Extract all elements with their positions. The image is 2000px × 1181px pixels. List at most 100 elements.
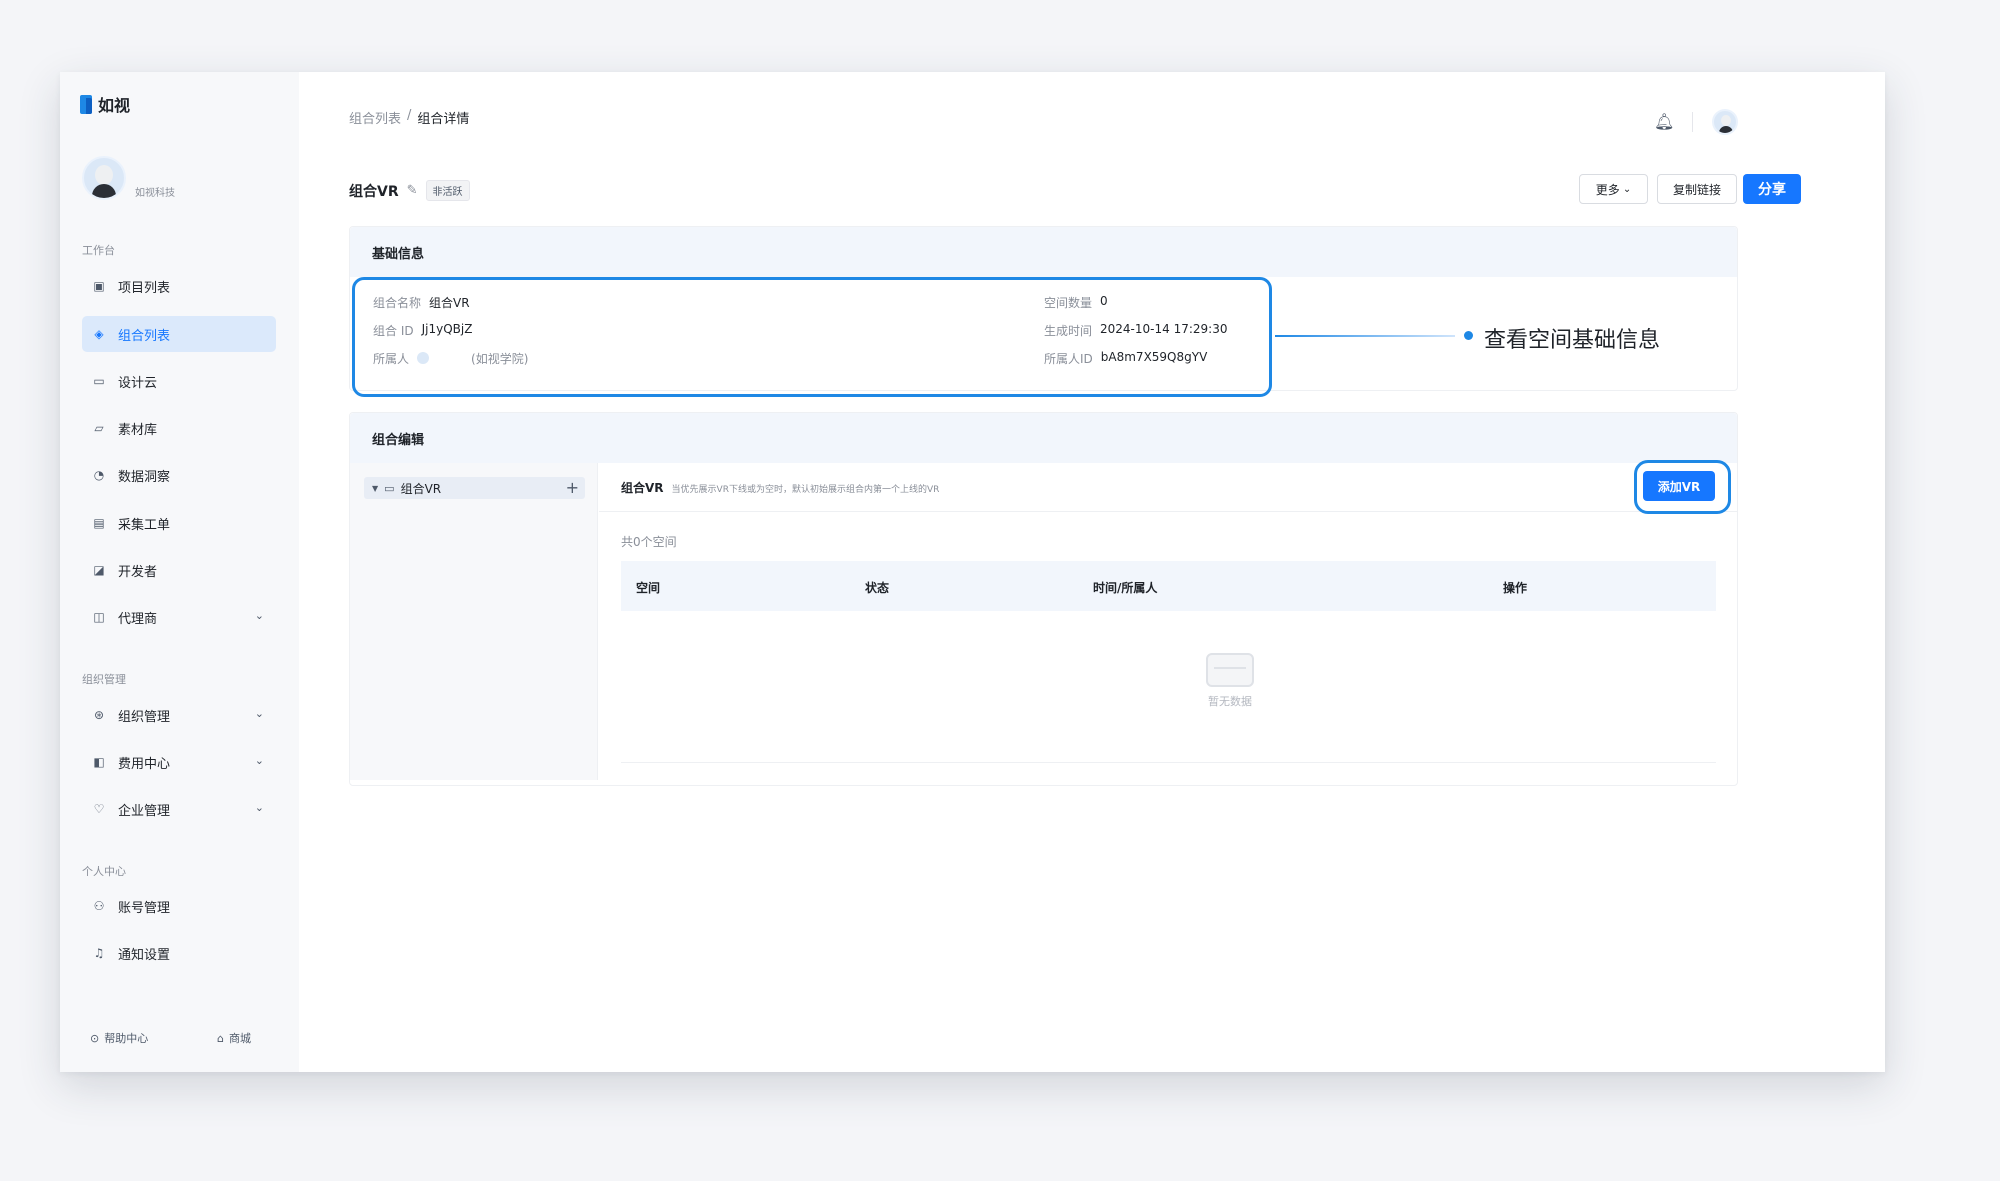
logo-icon — [80, 94, 92, 114]
breadcrumb-groups[interactable]: 组合列表 — [349, 108, 401, 127]
sidebar-item-label: 通知设置 — [118, 947, 171, 963]
detail-header: 组合VR 当优先展示VR下线或为空时，默认初始展示组合内第一个上线的VR — [621, 479, 939, 496]
add-icon[interactable]: + — [566, 477, 579, 499]
store-link[interactable]: ⌂ 商城 — [217, 1030, 251, 1046]
basic-info-heading: 基础信息 — [350, 227, 1737, 277]
sidebar-item-account[interactable]: ⚇ 账号管理 — [82, 888, 276, 924]
chevron-down-icon: ⌄ — [254, 609, 264, 622]
group-name-title: 组合VR — [349, 183, 399, 200]
sidebar-item-projects[interactable]: ▣ 项目列表 — [82, 268, 276, 304]
monitor-icon: ▭ — [93, 374, 105, 388]
sidebar-item-label: 数据洞察 — [118, 469, 171, 485]
section-workspace: 工作台 — [82, 244, 115, 257]
sidebar-item-label: 企业管理 — [118, 803, 171, 819]
sidebar-item-developer[interactable]: ◪ 开发者 — [82, 552, 276, 588]
vr-box-icon: ▣ — [93, 279, 105, 293]
tree-item-group[interactable]: ▼ ▭ 组合VR + — [364, 477, 585, 499]
sidebar-item-notifications[interactable]: ♫ 通知设置 — [82, 935, 276, 971]
callout-text: 查看空间基础信息 — [1484, 328, 1661, 353]
sidebar-item-label: 项目列表 — [118, 280, 171, 296]
folder-icon: ▭ — [384, 481, 395, 495]
folder-icon: ▱ — [94, 421, 104, 435]
share-button[interactable]: 分享 — [1743, 174, 1801, 204]
chevron-down-icon: ⌄ — [254, 707, 264, 720]
wallet-icon: ◧ — [93, 755, 105, 769]
org-icon: ⊛ — [93, 708, 105, 722]
callout-dot — [1464, 331, 1473, 340]
breadcrumb-current: 组合详情 — [417, 112, 470, 127]
help-center-label: 帮助中心 — [104, 1032, 149, 1045]
detail-title: 组合VR — [621, 481, 664, 495]
header-avatar[interactable] — [1712, 109, 1738, 135]
user-icon: ⚇ — [93, 899, 105, 913]
layers-icon: ◈ — [94, 327, 104, 341]
detail-hint: 当优先展示VR下线或为空时，默认初始展示组合内第一个上线的VR — [671, 485, 940, 495]
sidebar-item-label: 组织管理 — [118, 709, 171, 725]
tree-item-label: 组合VR — [400, 481, 442, 496]
help-center-link[interactable]: ⊙ 帮助中心 — [90, 1030, 148, 1046]
status-badge: 非活跃 — [425, 180, 470, 201]
more-button[interactable]: 更多 ⌄ — [1579, 174, 1648, 204]
bell-icon: ♫ — [93, 946, 105, 960]
group-tree: ▼ ▭ 组合VR + — [350, 463, 598, 780]
column-header-actions: 操作 — [1503, 581, 1528, 595]
detail-divider — [599, 511, 1737, 512]
pie-chart-icon: ◔ — [93, 468, 105, 482]
help-icon: ⊙ — [90, 1031, 100, 1045]
user-avatar[interactable] — [82, 156, 126, 200]
sidebar-item-org[interactable]: ⊛ 组织管理 ⌄ — [82, 697, 276, 733]
group-edit-heading: 组合编辑 — [350, 413, 1737, 463]
chevron-down-icon: ⌄ — [1622, 183, 1632, 195]
company-name: 如视科技 — [135, 188, 175, 199]
empty-state: 暂无数据 — [1170, 653, 1290, 709]
sidebar-item-assets[interactable]: ▱ 素材库 — [82, 410, 276, 446]
empty-inbox-icon — [1206, 653, 1254, 687]
column-header-time-owner: 时间/所属人 — [1093, 581, 1158, 595]
group-edit-card: 组合编辑 ▼ ▭ 组合VR + 组合VR 当优先展示VR下线或为空时，默认初始展… — [349, 412, 1738, 786]
app-logo[interactable]: 如视 — [80, 92, 130, 116]
sidebar-item-groups[interactable]: ◈ 组合列表 — [82, 316, 276, 352]
shield-icon: ♡ — [93, 802, 105, 816]
sidebar-item-label: 费用中心 — [118, 756, 171, 772]
copy-link-button[interactable]: 复制链接 — [1657, 174, 1737, 204]
chevron-down-icon: ⌄ — [254, 801, 264, 814]
header-divider — [1692, 112, 1693, 132]
sidebar-item-work-orders[interactable]: ▤ 采集工单 — [82, 505, 276, 541]
space-count-label: 共0个空间 — [621, 535, 677, 549]
sidebar-item-billing[interactable]: ◧ 费用中心 ⌄ — [82, 744, 276, 780]
sidebar: 如视 如视科技 工作台 ▣ 项目列表 ◈ 组合列表 ▭ 设计云 ▱ 素材库 ◔ … — [60, 72, 299, 1072]
column-header-status: 状态 — [865, 581, 890, 595]
callout-line — [1275, 335, 1455, 337]
sidebar-item-agents[interactable]: ◫ 代理商 ⌄ — [82, 599, 276, 635]
sidebar-item-label: 采集工单 — [118, 517, 171, 533]
table-header: 空间 状态 时间/所属人 操作 — [621, 561, 1716, 611]
sidebar-item-label: 组合列表 — [118, 328, 171, 344]
column-header-space: 空间 — [636, 581, 661, 595]
sidebar-item-insights[interactable]: ◔ 数据洞察 — [82, 457, 276, 493]
sidebar-item-label: 素材库 — [118, 422, 158, 438]
briefcase-icon: ◫ — [93, 610, 105, 624]
app-window: 如视 如视科技 工作台 ▣ 项目列表 ◈ 组合列表 ▭ 设计云 ▱ 素材库 ◔ … — [60, 72, 1885, 1072]
caret-down-icon[interactable]: ▼ — [372, 484, 378, 493]
add-vr-button[interactable]: 添加VR — [1643, 471, 1715, 501]
section-org: 组织管理 — [82, 673, 126, 686]
breadcrumb-separator: / — [407, 108, 412, 123]
sidebar-item-label: 设计云 — [118, 375, 158, 391]
section-personal: 个人中心 — [82, 865, 126, 878]
sidebar-item-label: 账号管理 — [118, 900, 171, 916]
store-label: 商城 — [228, 1032, 251, 1045]
sidebar-item-enterprise[interactable]: ♡ 企业管理 ⌄ — [82, 791, 276, 827]
page-title: 组合VR ✎ 非活跃 — [349, 180, 470, 201]
empty-text: 暂无数据 — [1208, 695, 1252, 708]
sidebar-item-label: 代理商 — [118, 611, 158, 627]
sidebar-item-design-cloud[interactable]: ▭ 设计云 — [82, 363, 276, 399]
code-icon: ◪ — [93, 563, 105, 577]
edit-icon[interactable]: ✎ — [407, 183, 418, 198]
chevron-down-icon: ⌄ — [254, 754, 264, 767]
main-content: 组合列表 / 组合详情 🔔︎ 组合VR ✎ 非活跃 更多 ⌄ 复制链接 分享 基… — [299, 72, 1885, 1072]
bell-icon[interactable]: 🔔︎ — [1654, 112, 1674, 131]
basic-info-card: 基础信息 组合名称 组合VR 组合 ID Jj1yQBjZ 所属人 (如视学院)… — [349, 226, 1738, 397]
table-bottom-divider — [621, 762, 1716, 763]
info-highlight-frame — [352, 277, 1272, 397]
breadcrumb: 组合列表 / 组合详情 — [349, 108, 469, 127]
